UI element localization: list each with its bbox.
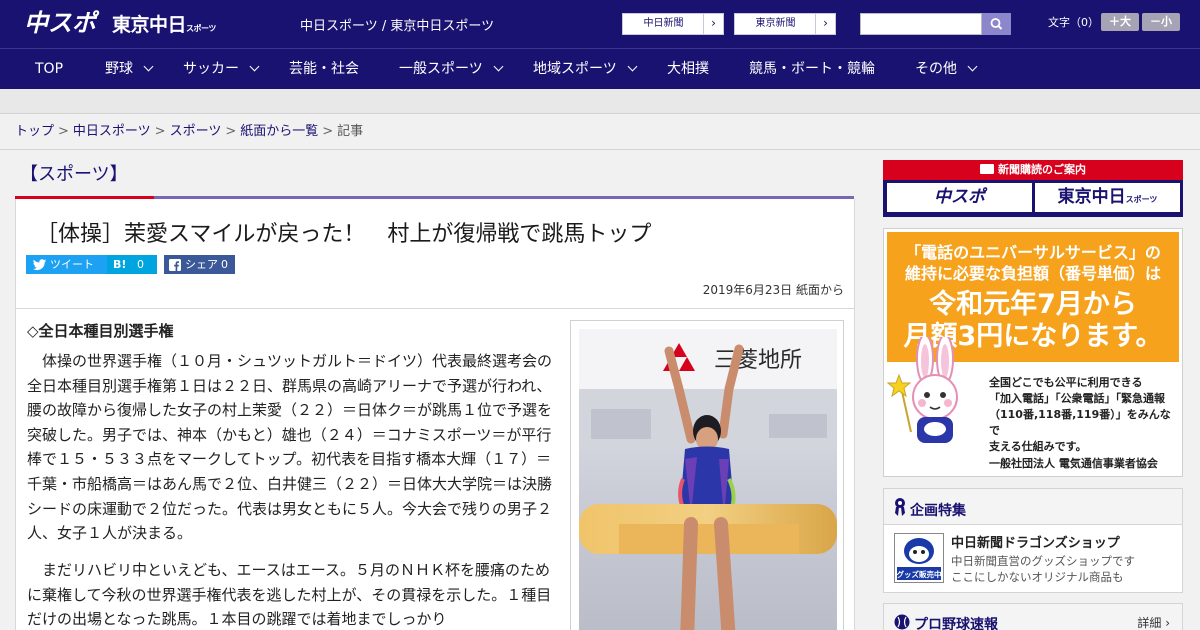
nav-item-soccer[interactable]: サッカー [183,49,260,89]
chevron-down-icon [143,61,154,72]
breadcrumb-separator: > [322,124,334,139]
dragons-shop-thumbnail[interactable]: グッズ販売中 [894,533,944,583]
subscription-banner-title: 新聞購読のご案内 [883,160,1183,180]
dragons-shop-thumbnail-image: グッズ販売中 [895,534,943,582]
breadcrumb-separator: > [58,124,69,139]
section-title: 【スポーツ】 [20,164,128,185]
pro-baseball-more-link[interactable]: 詳細 › [1137,614,1170,630]
nav-item-other[interactable]: その他 [915,49,978,89]
subscription-banner[interactable]: 新聞購読のご案内 中スポ 東京中日スポーツ [883,160,1183,217]
tokyo-shimbun-label: 東京新聞 [755,18,796,29]
hatena-count: 0 [137,258,144,271]
article-paragraph: 体操の世界選手権（１０月・シュツットガルト＝ドイツ）代表最終選考会の全日本種目別… [27,352,553,543]
article-divider [16,308,854,309]
chevron-down-icon [627,61,638,72]
chevron-down-icon [967,61,978,72]
site-title: 中日スポーツ / 東京中日スポーツ [300,19,495,34]
breadcrumb: トップ > 中日スポーツ > スポーツ > 紙面から一覧 > 記事 [0,113,1200,150]
breadcrumb-link-top[interactable]: トップ [15,124,54,139]
dragons-shop-link[interactable]: 中日新聞ドラゴンズショップ [951,532,1120,551]
ad-body-text: 全国どこでも公平に利用できる 「加入電話」「公衆電話」「緊急通報 （110番,1… [989,376,1171,453]
feature-box: 企画特集 グッズ販売中 中日新聞ドラゴンズショップ 中日新聞直営のグッズショップ… [883,488,1183,593]
top-header: 中スポ 東京中日スポーツ 中日スポーツ / 東京中日スポーツ 中日新聞 › 東京… [0,0,1200,48]
subscription-chunichi-sports[interactable]: 中スポ [887,183,1032,212]
breadcrumb-link-paper-list[interactable]: 紙面から一覧 [240,124,318,139]
facebook-share-count: 0 [221,258,228,271]
tweet-label: ツイート [50,258,94,271]
ribbon-icon [895,498,905,516]
tokyo-chunichi-logo-text: 東京中日 [112,14,187,36]
chunichi-sports-logo[interactable]: 中スポ [24,6,102,38]
facebook-icon [169,259,181,271]
nav-item-entertainment[interactable]: 芸能・社会 [289,49,359,89]
breadcrumb-separator: > [225,124,237,139]
ad-organization: 一般社団法人 電気通信事業者協会 [989,457,1158,470]
pro-baseball-box: プロ野球速報 詳細 › [883,603,1183,630]
nav-item-sumo[interactable]: 大相撲 [667,49,709,89]
subscription-tokyo-chunichi[interactable]: 東京中日スポーツ [1035,183,1180,212]
twitter-icon [33,259,46,271]
breadcrumb-current: 記事 [337,124,364,139]
feature-header: 企画特集 [884,489,1182,525]
nav-item-top[interactable]: TOP [35,49,63,89]
article-photo[interactable]: 三菱地所 [579,329,837,630]
main-nav: TOP 野球 サッカー 芸能・社会 一般スポーツ 地域スポーツ 大相撲 競馬・ボ… [0,48,1200,89]
chunichi-sports-logo-mark: 中スポ [24,9,100,37]
tweet-button[interactable]: ツイート [26,255,118,274]
tokyo-chunichi-logo-sub: スポーツ [186,24,216,33]
photo-banner-text: 三菱地所 [714,348,802,373]
article-paragraph: まだリハビリ中といえども、エースはエース。５月のＮＨＫ杯を腰痛のために棄権して今… [27,561,552,629]
nav-item-regional-sports[interactable]: 地域スポーツ [533,49,638,89]
font-size-label: 文字（0） [1048,16,1099,29]
search-button[interactable] [982,13,1011,35]
ad-info-panel: 全国どこでも公平に利用できる 「加入電話」「公衆電話」「緊急通報 （110番,1… [887,337,1179,473]
facebook-share-label: シェア [185,258,218,271]
font-increase-button[interactable]: ＋大 [1101,13,1139,31]
breadcrumb-link-sports[interactable]: スポーツ [170,124,222,139]
baseball-icon [894,614,910,630]
feature-title: 企画特集 [910,503,966,519]
breadcrumb-separator: > [154,124,166,139]
header-spacer [0,89,1200,113]
hatena-icon: B! [113,258,127,271]
nav-item-baseball[interactable]: 野球 [105,49,154,89]
search-icon [990,18,1003,30]
nav-item-general-sports[interactable]: 一般スポーツ [399,49,504,89]
article-headline: ［体操］茉愛スマイルが戻った！ 村上が復帰戦で跳馬トップ [36,222,652,247]
font-decrease-button[interactable]: －小 [1142,13,1180,31]
article-dateline: 2019年6月23日 紙面から [702,283,844,297]
universal-service-ad[interactable]: 「電話のユニバーサルサービス」の 維持に必要な負担額（番号単価）は 令和元年7月… [883,228,1183,477]
breadcrumb-link-chunichi-sports[interactable]: 中日スポーツ [73,124,151,139]
facebook-share-button[interactable]: シェア 0 [164,255,235,274]
ad-headline: 「電話のユニバーサルサービス」の 維持に必要な負担額（番号単価）は [904,243,1161,283]
tokyo-shimbun-link[interactable]: 東京新聞 › [734,13,836,35]
chevron-down-icon [493,61,504,72]
hatena-bookmark-button[interactable]: B! 0 [107,255,157,274]
chevron-right-icon: › [815,14,835,34]
universal-service-ad-body: 「電話のユニバーサルサービス」の 維持に必要な負担額（番号単価）は 令和元年7月… [887,232,1179,473]
pro-baseball-header: プロ野球速報 詳細 › [884,604,1182,630]
dragons-shop-description: 中日新聞直営のグッズショップです ここにしかないオリジナル商品も [951,554,1135,584]
tokyo-chunichi-sports-logo[interactable]: 東京中日スポーツ [112,10,216,37]
article-subhead: ◇全日本種目別選手権 [27,322,174,340]
newspaper-icon [980,164,994,174]
chunichi-shimbun-link[interactable]: 中日新聞 › [622,13,724,35]
rabbit-mascot-icon [887,337,958,443]
thumbnail-label: グッズ販売中 [897,569,942,579]
pro-baseball-title: プロ野球速報 [914,617,998,630]
search-input[interactable] [860,13,982,35]
gymnast-photo-illustration: 三菱地所 [579,329,837,630]
chevron-right-icon: › [703,14,723,34]
svg-text:中スポ: 中スポ [24,9,100,37]
nav-item-keiba[interactable]: 競馬・ボート・競輪 [749,49,875,89]
chunichi-shimbun-label: 中日新聞 [643,18,684,29]
article-photo-frame: 三菱地所 [570,320,844,630]
chevron-down-icon [249,61,260,72]
